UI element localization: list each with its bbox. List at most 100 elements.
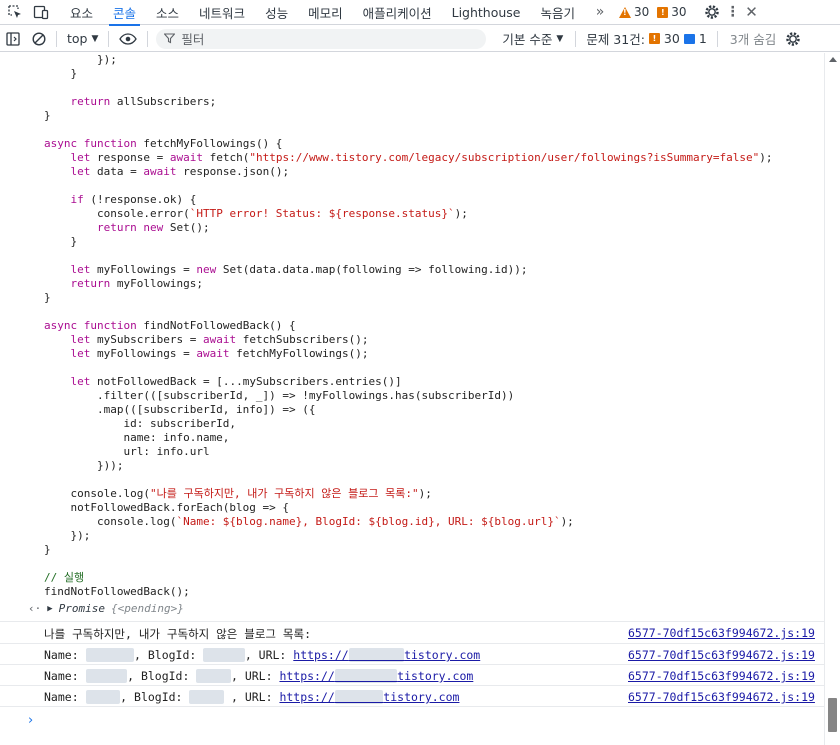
sidebar-toggle-icon[interactable] <box>0 26 26 52</box>
redacted-text: xxxxxx <box>85 669 128 683</box>
console-scrollbar[interactable] <box>824 53 840 745</box>
code-line: return allSubscribers; <box>70 95 217 108</box>
tab-8[interactable]: 녹음기 <box>531 0 586 25</box>
console-settings-gear-icon[interactable] <box>780 26 806 51</box>
redacted-text: xxxxx <box>189 690 225 704</box>
code-line: } <box>44 291 51 304</box>
dropdown-arrow-icon: ▼ <box>91 33 99 44</box>
collapse-arrow-left-icon: ‹· <box>28 602 42 615</box>
blog-url-link[interactable]: https://xxxxxxxxxtistory.com <box>279 669 473 683</box>
redacted-text: xxxxxx <box>203 648 245 662</box>
promise-result[interactable]: ‹· ▶ Promise {<pending>} <box>28 602 184 615</box>
console-output[interactable]: }); }​ return allSubscribers;}​async fun… <box>0 53 824 745</box>
tab-6[interactable]: 애플리케이션 <box>353 0 442 25</box>
warnings-badge[interactable]: 30 <box>615 5 653 19</box>
issue-icon: ! <box>648 33 660 44</box>
filter-input[interactable]: 필터 <box>156 28 487 49</box>
redacted-text: xxxxxxxx <box>348 648 405 662</box>
more-tabs-icon[interactable]: » <box>585 0 615 25</box>
code-line: let mySubscribers = await fetchSubscribe… <box>70 333 369 346</box>
code-line: ​ <box>44 249 773 263</box>
code-line: return myFollowings; <box>70 277 203 290</box>
scrollbar-thumb[interactable] <box>828 698 837 732</box>
source-link[interactable]: 6577-70df15c63f994672.js:19 <box>628 626 815 640</box>
code-line: findNotFollowedBack(); <box>44 585 190 598</box>
settings-gear-icon[interactable] <box>699 0 725 25</box>
toolbar-divider <box>575 30 577 47</box>
code-line: // 실행 <box>44 571 85 584</box>
code-line: async function fetchMyFollowings() { <box>44 137 283 150</box>
tab-3[interactable]: 네트워크 <box>189 0 255 25</box>
code-line: console.log(`Name: ${blog.name}, BlogId:… <box>44 515 574 528</box>
device-toolbar-icon[interactable] <box>30 1 52 23</box>
redacted-text: xxxxx <box>85 690 121 704</box>
redacted-text: xxxxxxx <box>334 690 384 704</box>
warning-icon <box>619 6 632 18</box>
toolbar-divider <box>56 30 57 47</box>
hidden-messages-count: 3개 숨김 <box>729 32 777 47</box>
blog-url-link[interactable]: https://xxxxxxxxtistory.com <box>293 648 480 662</box>
issue-icon: ! <box>657 6 669 18</box>
code-line: ​ <box>44 361 773 375</box>
tab-1[interactable]: 콘솔 <box>103 0 146 26</box>
live-expression-eye-icon[interactable] <box>113 26 143 52</box>
code-line: if (!response.ok) { <box>70 193 197 206</box>
log-row: Name: xxxxxxx, BlogId: xxxxxx, URL: http… <box>0 643 824 664</box>
toolbar-divider <box>108 30 110 47</box>
redacted-text: xxxxx <box>196 669 231 683</box>
code-line: ​ <box>44 305 773 319</box>
source-link[interactable]: 6577-70df15c63f994672.js:19 <box>628 690 815 704</box>
console-prompt-chevron-icon[interactable]: › <box>28 713 33 728</box>
code-input-echo: }); }​ return allSubscribers;}​async fun… <box>44 53 773 599</box>
tab-0[interactable]: 요소 <box>60 0 103 25</box>
code-line: name: info.name, <box>44 431 230 444</box>
issues-badge[interactable]: ! 30 <box>653 5 690 19</box>
source-link[interactable]: 6577-70df15c63f994672.js:19 <box>628 669 815 683</box>
context-selector[interactable]: top ▼ <box>61 31 104 46</box>
code-line: ​ <box>44 123 773 137</box>
code-line: console.error(`HTTP error! Status: ${res… <box>44 207 468 220</box>
devtools-tabbar: 요소콘솔소스네트워크성능메모리애플리케이션Lighthouse녹음기 » 30 … <box>0 0 840 26</box>
inspect-element-icon[interactable] <box>4 1 26 23</box>
code-line: console.log("나를 구독하지만, 내가 구독하지 않은 블로그 목록… <box>44 487 432 500</box>
code-line: let data = await response.json(); <box>70 165 290 178</box>
log-row: 나를 구독하지만, 내가 구독하지 않은 블로그 목록: 6577-70df15… <box>0 621 824 643</box>
code-line: }); <box>44 53 117 66</box>
tab-2[interactable]: 소스 <box>146 0 189 25</box>
source-link[interactable]: 6577-70df15c63f994672.js:19 <box>628 648 815 662</box>
scroll-up-arrow-icon[interactable] <box>829 57 837 62</box>
code-line: let notFollowedBack = [...mySubscribers.… <box>70 375 402 388</box>
code-line: } <box>44 235 78 248</box>
log-row: Name: xxxxxx, BlogId: xxxxx, URL: https:… <box>0 664 824 685</box>
log-level-dropdown[interactable]: 기본 수준 ▼ <box>494 29 571 48</box>
dropdown-arrow-icon: ▼ <box>556 33 564 44</box>
code-line: ​ <box>44 557 773 571</box>
code-line: } <box>44 109 51 122</box>
redacted-text: xxxxxxx <box>85 648 135 662</box>
code-line: .map(([subscriberId, info]) => ({ <box>44 403 316 416</box>
code-line: id: subscriberId, <box>44 417 237 430</box>
code-line: } <box>44 67 78 80</box>
code-line: ​ <box>44 473 773 487</box>
toolbar-divider <box>716 30 718 47</box>
blog-url-link[interactable]: https://xxxxxxxtistory.com <box>279 690 459 704</box>
tab-4[interactable]: 성능 <box>255 0 298 25</box>
log-row: Name: xxxxx, BlogId: xxxxx , URL: https:… <box>0 685 824 707</box>
close-devtools-icon[interactable]: ✕ <box>741 0 763 25</box>
issues-counter[interactable]: 문제 31건: ! 30 1 <box>580 29 712 48</box>
code-line: .filter(([subscriberId, _]) => !myFollow… <box>44 389 515 402</box>
info-message-icon <box>683 33 695 44</box>
code-line: let myFollowings = await fetchMyFollowin… <box>70 347 369 360</box>
code-line: ​ <box>44 179 773 193</box>
tab-7[interactable]: Lighthouse <box>442 0 531 25</box>
expand-triangle-icon[interactable]: ▶ <box>47 604 52 614</box>
toolbar-divider <box>147 30 149 47</box>
clear-console-icon[interactable] <box>26 26 52 52</box>
code-line: ​ <box>44 81 773 95</box>
code-line: return new Set(); <box>96 221 210 234</box>
filter-funnel-icon <box>164 33 176 44</box>
console-toolbar: top ▼ 필터 기본 수준 ▼ 문제 31건: ! 30 1 3개 숨김 <box>0 26 840 52</box>
more-options-icon[interactable]: ⋮ <box>725 0 741 25</box>
code-line: } <box>44 543 51 556</box>
tab-5[interactable]: 메모리 <box>298 0 353 25</box>
